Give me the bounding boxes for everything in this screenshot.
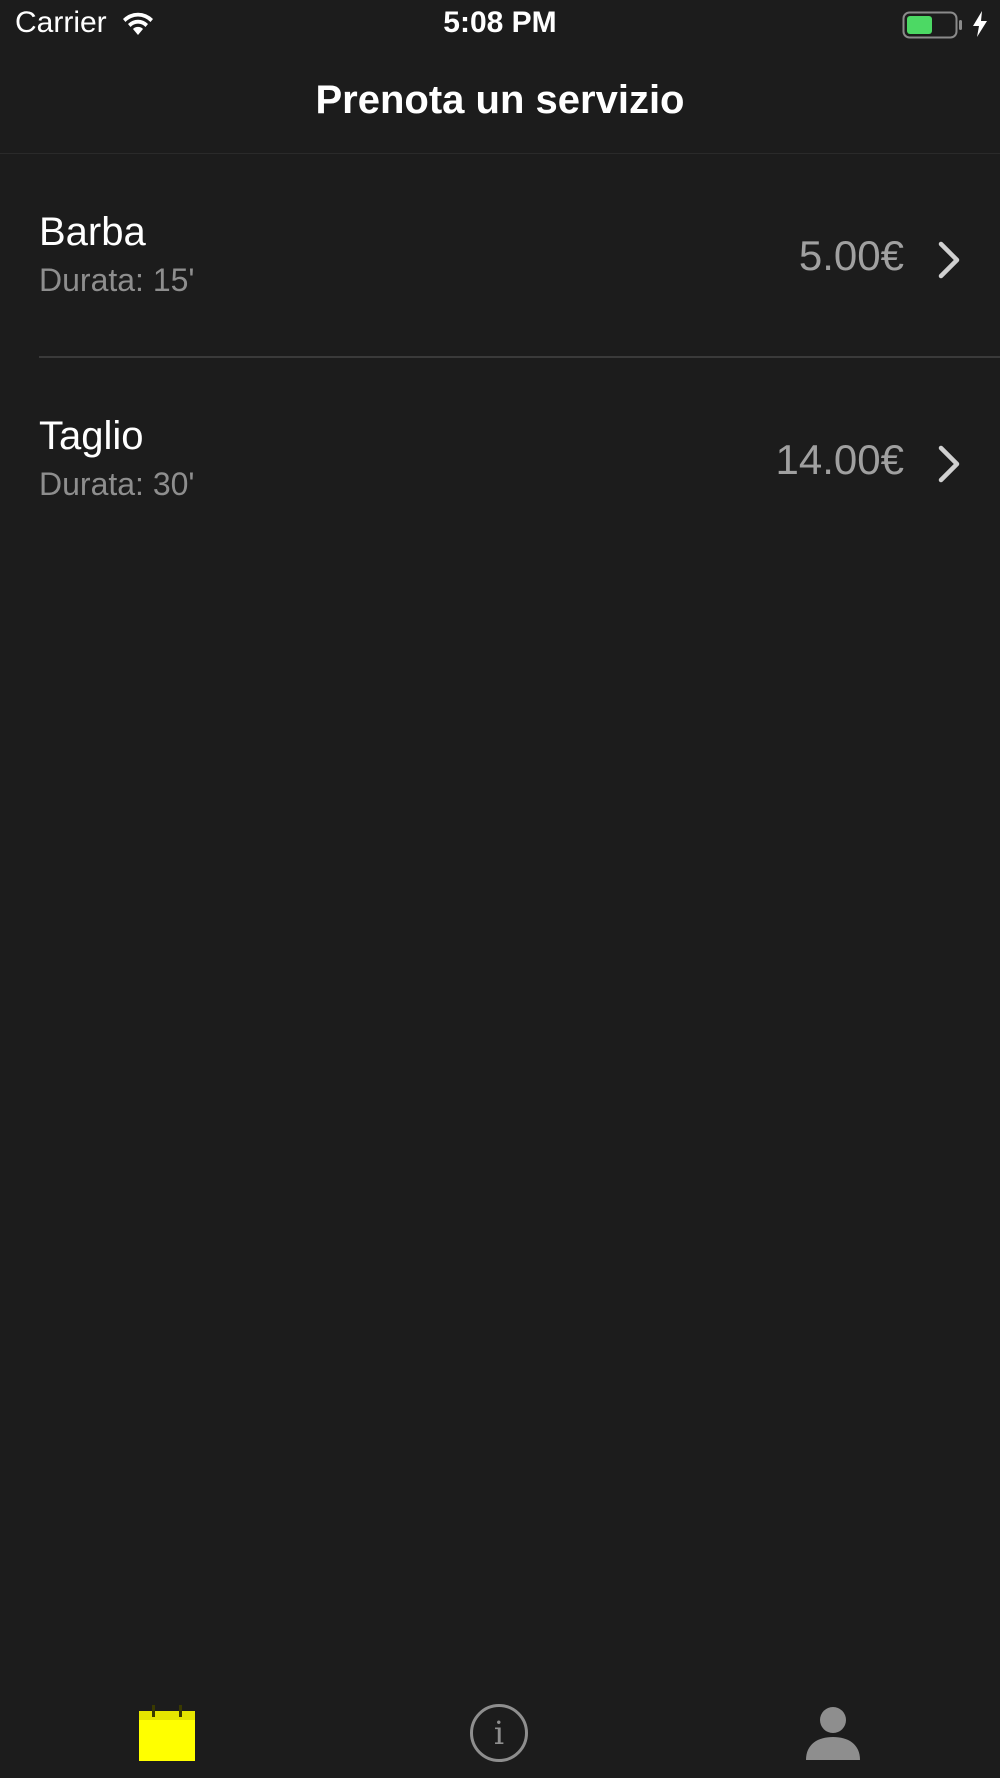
svg-text:i: i	[494, 1714, 504, 1752]
service-price: 5.00€	[798, 232, 904, 279]
service-row-taglio[interactable]: Taglio Durata: 30' 14.00€	[0, 358, 1000, 562]
navigation-bar: Prenota un servizio	[0, 52, 1000, 154]
status-bar: Carrier 5:08 PM	[0, 0, 1000, 52]
chevron-right-icon	[938, 241, 960, 279]
tab-info[interactable]: i	[333, 1680, 666, 1778]
status-time: 5:08 PM	[443, 6, 557, 39]
service-duration: Durata: 15'	[39, 262, 195, 298]
info-icon: i	[470, 1704, 528, 1762]
chevron-right-icon	[938, 445, 960, 483]
screen: Carrier 5:08 PM Prenota un servizio Barb…	[0, 0, 1000, 1778]
battery-icon	[902, 11, 962, 39]
service-price: 14.00€	[775, 436, 904, 483]
service-duration: Durata: 30'	[39, 466, 195, 502]
page-title: Prenota un servizio	[315, 78, 685, 122]
charging-bolt-icon	[973, 11, 987, 37]
service-name: Barba	[39, 210, 146, 254]
calendar-icon	[139, 1705, 195, 1761]
service-name: Taglio	[39, 414, 144, 458]
tab-bar: i	[0, 1680, 1000, 1778]
service-row-barba[interactable]: Barba Durata: 15' 5.00€	[0, 154, 1000, 358]
person-icon	[806, 1707, 860, 1760]
tab-profile[interactable]	[666, 1680, 999, 1778]
tab-booking[interactable]	[0, 1680, 333, 1778]
service-list: Barba Durata: 15' 5.00€ Taglio Durata: 3…	[0, 154, 1000, 562]
